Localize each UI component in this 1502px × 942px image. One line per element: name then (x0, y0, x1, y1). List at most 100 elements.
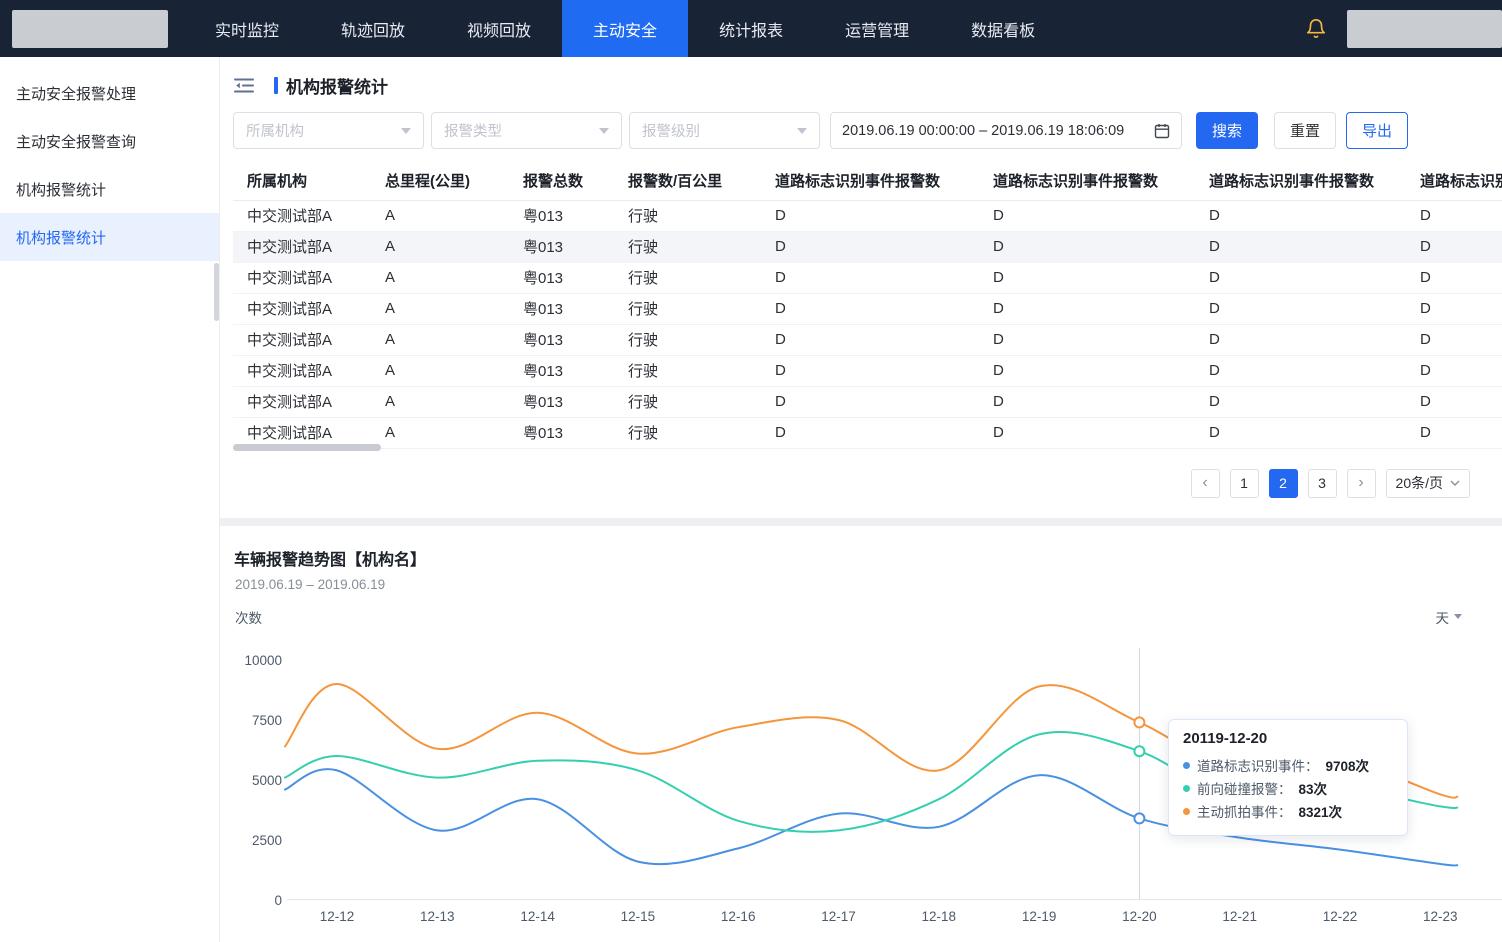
table-cell: D (761, 324, 979, 355)
nav-item-2[interactable]: 视频回放 (436, 0, 562, 57)
tooltip-label: 前向碰撞报警： (1197, 778, 1292, 798)
main-content: 机构报警统计 所属机构 报警类型 报警级别 2019.06.19 00:00:0… (220, 57, 1502, 942)
page-button-2[interactable]: 2 (1269, 469, 1298, 498)
alarm-level-select[interactable]: 报警级别 (629, 112, 820, 149)
x-tick-label: 12-13 (402, 909, 472, 924)
sidebar-scrollbar[interactable] (214, 263, 219, 321)
table-cell: D (1406, 386, 1502, 417)
table-cell: 粤013 (509, 324, 614, 355)
chevron-down-icon (1450, 480, 1460, 486)
page-numbers: 123 (1230, 469, 1337, 498)
date-range-value: 2019.06.19 00:00:00 – 2019.06.19 18:06:0… (842, 123, 1124, 139)
table-cell: D (979, 293, 1195, 324)
table-cell: D (761, 417, 979, 448)
tooltip-label: 道路标志识别事件： (1197, 755, 1319, 775)
page-title: 机构报警统计 (286, 73, 388, 98)
page-button-3[interactable]: 3 (1308, 469, 1337, 498)
table-cell: D (1195, 231, 1406, 262)
table-cell: 行驶 (614, 200, 761, 231)
org-select[interactable]: 所属机构 (233, 112, 424, 149)
table-cell: A (371, 293, 509, 324)
table-cell: 行驶 (614, 262, 761, 293)
table-cell: 中交测试部A (233, 386, 371, 417)
table-cell: D (1195, 324, 1406, 355)
table-cell: D (1406, 355, 1502, 386)
trend-chart-section: 车辆报警趋势图【机构名】 2019.06.19 – 2019.06.19 次数 … (220, 526, 1502, 942)
search-button[interactable]: 搜索 (1196, 112, 1258, 149)
series-dot-icon (1183, 762, 1190, 769)
table-cell: D (1195, 293, 1406, 324)
page-button-1[interactable]: 1 (1230, 469, 1259, 498)
column-header-2: 报警总数 (509, 162, 614, 200)
pagination: ‹ 123 › 20条/页 (220, 469, 1470, 498)
nav-item-4[interactable]: 统计报表 (688, 0, 814, 57)
stats-table-wrap: 所属机构总里程(公里)报警总数报警数/百公里道路标志识别事件报警数道路标志识别事… (233, 162, 1502, 449)
y-axis-unit-label: 次数 (235, 607, 262, 627)
table-cell: 中交测试部A (233, 355, 371, 386)
alarm-type-placeholder: 报警类型 (444, 120, 502, 141)
table-cell: 粤013 (509, 417, 614, 448)
table-cell: A (371, 231, 509, 262)
y-tick-label: 2500 (227, 833, 282, 848)
table-cell: 行驶 (614, 417, 761, 448)
column-header-6: 道路标志识别事件报警数 (1195, 162, 1406, 200)
tooltip-row: 前向碰撞报警： 83次 (1183, 777, 1393, 800)
date-range-picker[interactable]: 2019.06.19 00:00:00 – 2019.06.19 18:06:0… (830, 112, 1182, 149)
reset-button[interactable]: 重置 (1274, 112, 1336, 149)
sidebar-item-0[interactable]: 主动安全报警处理 (0, 69, 219, 117)
x-tick-label: 12-22 (1305, 909, 1375, 924)
x-tick-label: 12-23 (1405, 909, 1475, 924)
hover-marker-2 (1134, 717, 1144, 727)
sidebar-item-2[interactable]: 机构报警统计 (0, 165, 219, 213)
table-row[interactable]: 中交测试部AA粤013行驶DDDD (233, 200, 1502, 231)
table-cell: 粤013 (509, 200, 614, 231)
table-cell: 中交测试部A (233, 231, 371, 262)
time-granularity-select[interactable]: 天 (1436, 607, 1463, 627)
table-row[interactable]: 中交测试部AA粤013行驶DDDD (233, 231, 1502, 262)
nav-item-6[interactable]: 数据看板 (940, 0, 1066, 57)
tooltip-value: 83次 (1299, 778, 1328, 798)
table-cell: D (761, 200, 979, 231)
column-header-4: 道路标志识别事件报警数 (761, 162, 979, 200)
table-cell: D (979, 200, 1195, 231)
content-header: 机构报警统计 (234, 73, 1502, 98)
table-row[interactable]: 中交测试部AA粤013行驶DDDD (233, 324, 1502, 355)
sidebar: 主动安全报警处理主动安全报警查询机构报警统计机构报警统计 (0, 57, 220, 942)
table-horizontal-scrollbar[interactable] (233, 444, 381, 451)
y-tick-label: 7500 (227, 713, 282, 728)
x-tick-label: 12-20 (1104, 909, 1174, 924)
nav-item-0[interactable]: 实时监控 (184, 0, 310, 57)
tooltip-value: 8321次 (1299, 801, 1343, 821)
sidebar-item-1[interactable]: 主动安全报警查询 (0, 117, 219, 165)
table-cell: D (979, 417, 1195, 448)
page-size-select[interactable]: 20条/页 (1386, 469, 1470, 498)
table-cell: 中交测试部A (233, 200, 371, 231)
table-row[interactable]: 中交测试部AA粤013行驶DDDD (233, 262, 1502, 293)
tooltip-title: 20119-12-20 (1183, 730, 1393, 747)
table-row[interactable]: 中交测试部AA粤013行驶DDDD (233, 386, 1502, 417)
user-area-placeholder[interactable] (1347, 10, 1502, 48)
next-page-button[interactable]: › (1347, 469, 1376, 498)
table-cell: D (1406, 417, 1502, 448)
table-cell: D (979, 262, 1195, 293)
trend-chart[interactable]: 025005000750010000 20119-12-20 道路标志识别事件：… (220, 634, 1502, 900)
nav-item-5[interactable]: 运营管理 (814, 0, 940, 57)
alarm-bell-icon[interactable] (1305, 18, 1327, 40)
y-tick-label: 0 (227, 893, 282, 908)
table-row[interactable]: 中交测试部AA粤013行驶DDDD (233, 417, 1502, 448)
nav-item-3[interactable]: 主动安全 (562, 0, 688, 57)
nav-item-1[interactable]: 轨迹回放 (310, 0, 436, 57)
x-tick-label: 12-14 (503, 909, 573, 924)
alarm-type-select[interactable]: 报警类型 (431, 112, 622, 149)
export-button[interactable]: 导出 (1346, 112, 1408, 149)
table-cell: D (761, 262, 979, 293)
table-row[interactable]: 中交测试部AA粤013行驶DDDD (233, 293, 1502, 324)
table-row[interactable]: 中交测试部AA粤013行驶DDDD (233, 355, 1502, 386)
table-cell: 中交测试部A (233, 293, 371, 324)
table-cell: D (1195, 417, 1406, 448)
sidebar-item-3[interactable]: 机构报警统计 (0, 213, 219, 261)
prev-page-button[interactable]: ‹ (1191, 469, 1220, 498)
stats-table: 所属机构总里程(公里)报警总数报警数/百公里道路标志识别事件报警数道路标志识别事… (233, 162, 1502, 449)
table-cell: D (979, 231, 1195, 262)
menu-fold-icon[interactable] (234, 77, 254, 94)
